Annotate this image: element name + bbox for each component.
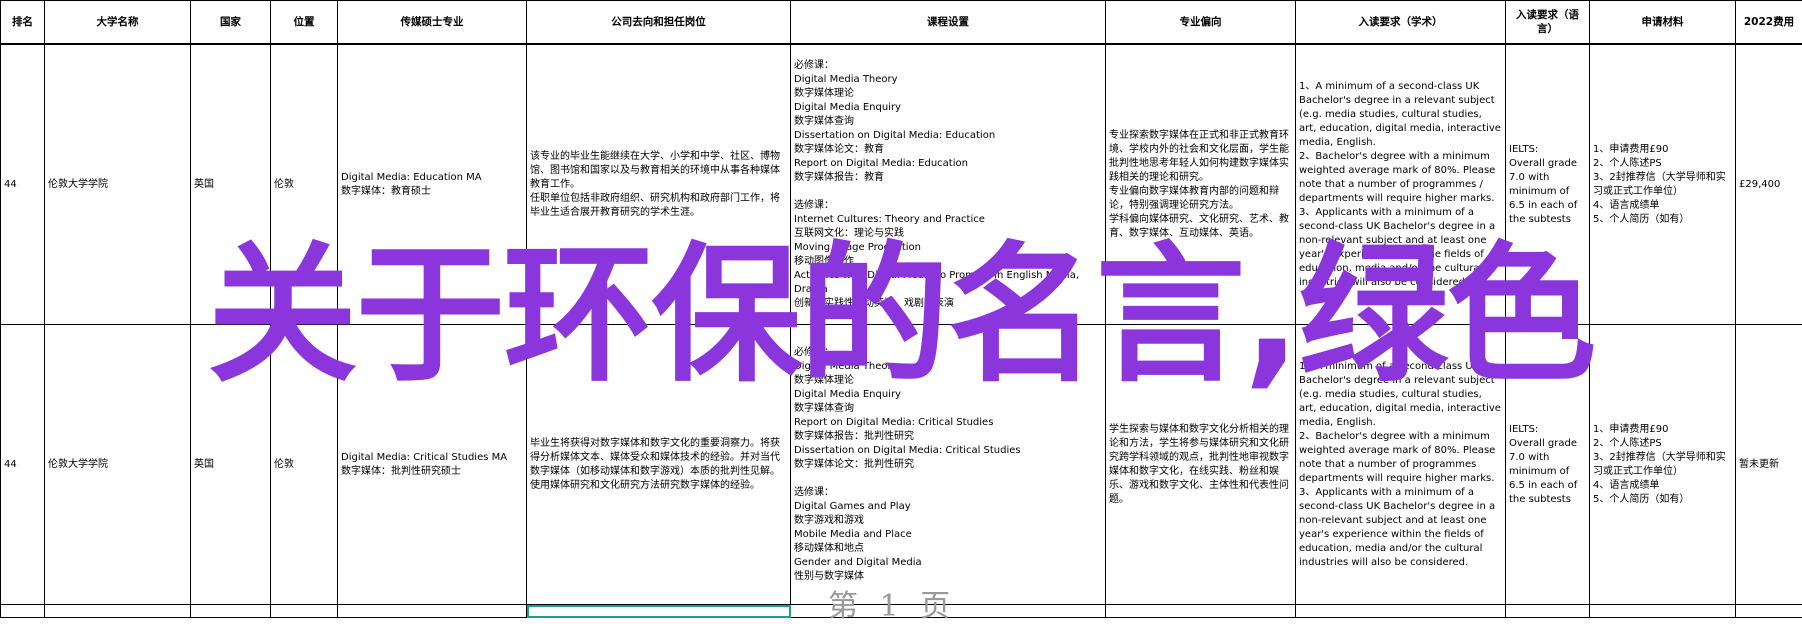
cell-empty[interactable] <box>271 605 338 618</box>
cell-empty[interactable] <box>1106 605 1296 618</box>
cell-empty[interactable] <box>45 605 191 618</box>
header-program[interactable]: 传媒硕士专业 <box>338 1 527 45</box>
cell-focus[interactable]: 专业探索数字媒体在正式和非正式教育环境、学校内外的社会和文化层面，学生能批判性地… <box>1106 44 1296 325</box>
header-focus[interactable]: 专业偏向 <box>1106 1 1296 45</box>
cell-university[interactable]: 伦敦大学学院 <box>45 325 191 605</box>
spreadsheet-table: 排名 大学名称 国家 位置 传媒硕士专业 公司去向和担任岗位 课程设置 专业偏向… <box>0 0 1802 618</box>
header-rank[interactable]: 排名 <box>1 1 45 45</box>
cell-career[interactable]: 毕业生将获得对数字媒体和数字文化的重要洞察力。将获得分析媒体文本、媒体受众和媒体… <box>527 325 791 605</box>
table-row: 44 伦敦大学学院 英国 伦敦 Digital Media: Critical … <box>1 325 1802 605</box>
cell-language-req[interactable]: IELTS: Overall grade 7.0 with minimum of… <box>1506 325 1590 605</box>
table-row: 44 伦敦大学学院 英国 伦敦 Digital Media: Education… <box>1 44 1802 325</box>
cell-city[interactable]: 伦敦 <box>271 44 338 325</box>
cell-rank[interactable]: 44 <box>1 325 45 605</box>
cell-empty[interactable] <box>1506 605 1590 618</box>
cell-courses[interactable]: 必修课： Digital Media Theory 数字媒体理论 Digital… <box>791 44 1106 325</box>
cell-country[interactable]: 英国 <box>191 325 271 605</box>
cell-materials[interactable]: 1、申请费用£90 2、个人陈述PS 3、2封推荐信（大学导师和实习或正式工作单… <box>1590 325 1736 605</box>
cell-program[interactable]: Digital Media: Education MA 数字媒体：教育硕士 <box>338 44 527 325</box>
cell-empty[interactable] <box>191 605 271 618</box>
header-fee[interactable]: 2022费用 <box>1736 1 1802 45</box>
header-courses[interactable]: 课程设置 <box>791 1 1106 45</box>
cell-empty[interactable] <box>1 605 45 618</box>
cell-fee[interactable]: £29,400 <box>1736 44 1802 325</box>
header-row: 排名 大学名称 国家 位置 传媒硕士专业 公司去向和担任岗位 课程设置 专业偏向… <box>1 1 1802 45</box>
header-career[interactable]: 公司去向和担任岗位 <box>527 1 791 45</box>
cell-focus[interactable]: 学生探索与媒体和数字文化分析相关的理论和方法，学生将参与媒体研究和文化研究跨学科… <box>1106 325 1296 605</box>
cell-program[interactable]: Digital Media: Critical Studies MA 数字媒体：… <box>338 325 527 605</box>
cell-academic-req[interactable]: 1、A minimum of a second-class UK Bachelo… <box>1296 44 1506 325</box>
selected-cell[interactable] <box>527 605 791 618</box>
cell-city[interactable]: 伦敦 <box>271 325 338 605</box>
cell-empty[interactable] <box>338 605 527 618</box>
cell-empty[interactable] <box>1296 605 1506 618</box>
cell-country[interactable]: 英国 <box>191 44 271 325</box>
header-academic-req[interactable]: 入读要求（学术） <box>1296 1 1506 45</box>
cell-empty[interactable] <box>1590 605 1736 618</box>
cell-university[interactable]: 伦敦大学学院 <box>45 44 191 325</box>
header-materials[interactable]: 申请材料 <box>1590 1 1736 45</box>
header-country[interactable]: 国家 <box>191 1 271 45</box>
cell-courses[interactable]: 必修课： Digital Media Theory 数字媒体理论 Digital… <box>791 325 1106 605</box>
cell-rank[interactable]: 44 <box>1 44 45 325</box>
page-footer-text: 第 1 页 <box>828 592 956 622</box>
header-university[interactable]: 大学名称 <box>45 1 191 45</box>
cell-fee[interactable]: 暂未更新 <box>1736 325 1802 605</box>
cell-empty[interactable] <box>1736 605 1802 618</box>
cell-career[interactable]: 该专业的毕业生能继续在大学、小学和中学、社区、博物馆、图书馆和国家以及与教育相关… <box>527 44 791 325</box>
header-language-req[interactable]: 入读要求（语言） <box>1506 1 1590 45</box>
cell-materials[interactable]: 1、申请费用£90 2、个人陈述PS 3、2封推荐信（大学导师和实习或正式工作单… <box>1590 44 1736 325</box>
cell-language-req[interactable]: IELTS: Overall grade 7.0 with minimum of… <box>1506 44 1590 325</box>
header-city[interactable]: 位置 <box>271 1 338 45</box>
cell-academic-req[interactable]: 1、A minimum of a second-class UK Bachelo… <box>1296 325 1506 605</box>
